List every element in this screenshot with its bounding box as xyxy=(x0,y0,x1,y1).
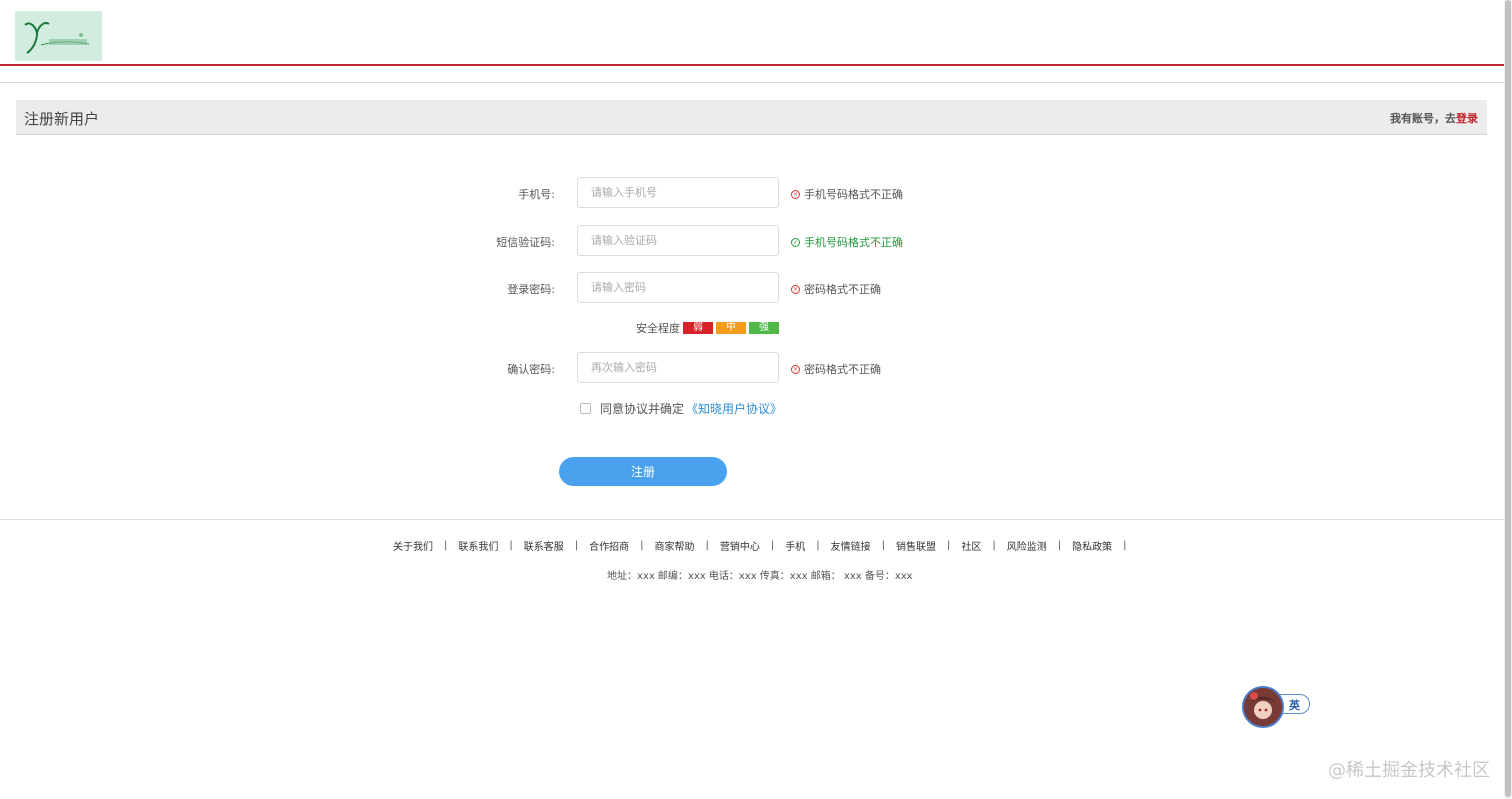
footer-link[interactable]: 社区 xyxy=(961,538,981,553)
header-subline xyxy=(0,82,1504,83)
error-icon: × xyxy=(791,364,800,374)
phone-hint-text: 手机号码格式不正确 xyxy=(804,188,903,201)
password-strength-meter: 安全程度 弱 中 强 xyxy=(636,321,779,335)
footer-links: 关于我们 | 联系我们 | 联系客服 | 合作招商 | 商家帮助 | 营销中心 | 手机 | 友情链接 | 销售… xyxy=(393,538,1138,553)
strength-weak: 弱 xyxy=(683,321,713,334)
vertical-scrollbar[interactable] xyxy=(1504,0,1512,799)
footer-separator: | xyxy=(705,540,709,551)
agreement-row: 同意协议并确定 《知晓用户协议》 xyxy=(580,400,782,417)
footer-separator: | xyxy=(947,540,951,551)
strength-strong: 强 xyxy=(749,321,779,334)
confirm-password-row: 确认密码: × 密码格式不正确 xyxy=(0,352,1504,384)
footer-link[interactable]: 友情链接 xyxy=(831,538,871,553)
have-account-text: 我有账号，去登录 xyxy=(1390,110,1478,126)
footer-separator: | xyxy=(881,540,885,551)
footer-link[interactable]: 手机 xyxy=(785,538,805,553)
footer-separator: | xyxy=(574,540,579,551)
agreement-link[interactable]: 《知晓用户协议》 xyxy=(686,400,782,417)
confirm-password-hint: × 密码格式不正确 xyxy=(791,361,881,377)
footer-separator: | xyxy=(640,540,644,551)
watermark: @稀土掘金技术社区 xyxy=(1328,760,1490,781)
sms-code-row: 短信验证码: ✓ 手机号码格式不正确 xyxy=(0,225,1504,257)
password-hint-text: 密码格式不正确 xyxy=(804,283,881,296)
footer-separator: | xyxy=(444,540,448,551)
sms-code-input[interactable] xyxy=(577,225,779,256)
footer-link[interactable]: 合作招商 xyxy=(589,538,629,553)
password-row: 登录密码: × 密码格式不正确 xyxy=(0,272,1504,304)
password-hint: × 密码格式不正确 xyxy=(791,281,881,297)
ime-widget[interactable]: 英 xyxy=(1242,686,1312,728)
password-input[interactable] xyxy=(577,272,779,303)
scrollbar-thumb[interactable] xyxy=(1505,0,1511,797)
script-y-logo-icon xyxy=(24,22,90,54)
strength-label: 安全程度 xyxy=(636,321,680,335)
page-title: 注册新用户 xyxy=(24,110,100,128)
strength-medium: 中 xyxy=(716,321,746,334)
register-button[interactable]: 注册 xyxy=(559,457,727,486)
footer-info: 地址：xxx 邮编：xxx 电话：xxx 传真：xxx 邮箱： xxx 备号：x… xyxy=(607,571,913,582)
footer-separator: | xyxy=(816,540,820,551)
footer-separator: | xyxy=(770,540,775,551)
sms-code-label: 短信验证码: xyxy=(496,236,555,249)
site-logo[interactable] xyxy=(15,11,102,61)
footer-link[interactable]: 营销中心 xyxy=(720,538,760,553)
ime-label[interactable]: 英 xyxy=(1289,697,1300,713)
sms-code-hint: ✓ 手机号码格式不正确 xyxy=(791,234,903,250)
phone-hint: × 手机号码格式不正确 xyxy=(791,186,903,202)
footer-link[interactable]: 关于我们 xyxy=(393,538,433,553)
footer-link[interactable]: 风险监测 xyxy=(1007,538,1047,553)
agreement-checkbox[interactable] xyxy=(580,402,591,414)
phone-label: 手机号: xyxy=(518,188,555,201)
sms-code-hint-text: 手机号码格式不正确 xyxy=(804,236,903,249)
footer-link[interactable]: 销售联盟 xyxy=(896,538,936,553)
confirm-password-label: 确认密码: xyxy=(507,363,555,376)
phone-input[interactable] xyxy=(577,177,779,208)
confirm-password-hint-text: 密码格式不正确 xyxy=(804,363,881,376)
footer-link[interactable]: 联系客服 xyxy=(524,538,564,553)
have-account-prefix: 我有账号，去 xyxy=(1390,112,1456,125)
page-title-bar: 注册新用户 我有账号，去登录 xyxy=(16,100,1487,135)
site-header xyxy=(0,0,1504,66)
footer-link[interactable]: 隐私政策 xyxy=(1072,538,1112,553)
anime-avatar-icon[interactable] xyxy=(1242,686,1284,728)
error-icon: × xyxy=(791,189,800,199)
error-icon: × xyxy=(791,284,800,294)
footer-separator: | xyxy=(509,540,513,551)
login-link[interactable]: 登录 xyxy=(1456,112,1478,125)
agreement-text: 同意协议并确定 xyxy=(600,401,685,416)
footer-divider xyxy=(0,519,1504,520)
confirm-password-input[interactable] xyxy=(577,352,779,383)
phone-row: 手机号: × 手机号码格式不正确 xyxy=(0,177,1504,209)
footer-separator: | xyxy=(992,540,996,551)
footer-separator: | xyxy=(1057,540,1062,551)
check-icon: ✓ xyxy=(791,237,800,247)
footer-link[interactable]: 联系我们 xyxy=(458,538,498,553)
password-label: 登录密码: xyxy=(507,283,555,296)
footer-separator: | xyxy=(1123,540,1127,551)
footer-link[interactable]: 商家帮助 xyxy=(655,538,695,553)
